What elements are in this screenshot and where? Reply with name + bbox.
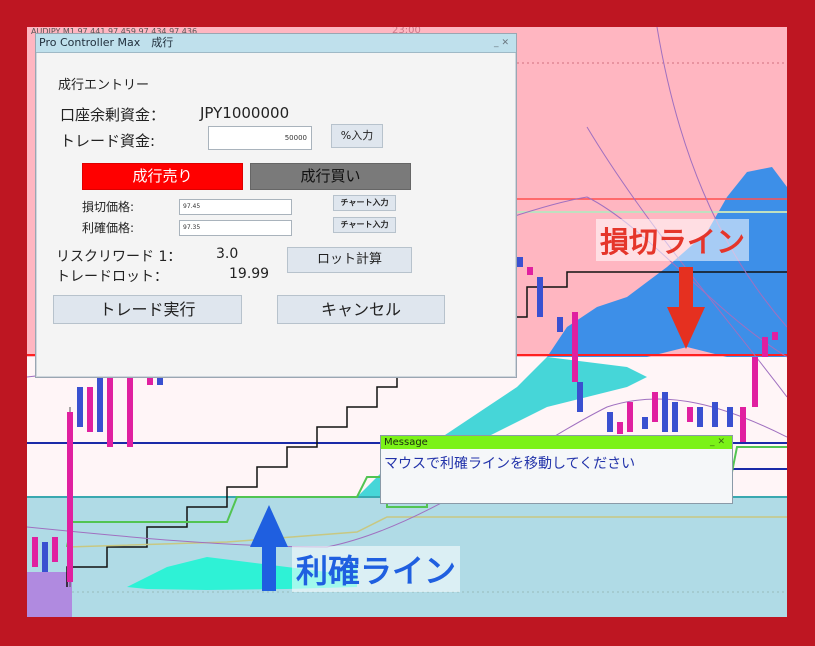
risk-reward-label: リスクリワード 1： (56, 249, 182, 265)
stoploss-input[interactable]: 97.45 (179, 199, 292, 215)
cancel-button[interactable]: キャンセル (277, 295, 445, 324)
message-window-controls[interactable]: _✕ (710, 436, 728, 449)
stoploss-callout: 損切ライン (596, 219, 750, 261)
close-icon[interactable]: ✕ (717, 437, 728, 447)
takeprofit-value: 97.35 (183, 224, 201, 231)
controller-title: Pro Controller Max 成行 (39, 36, 174, 49)
stoploss-value: 97.45 (183, 203, 201, 210)
capital-label: トレード資金: (60, 132, 156, 150)
lot-calc-button[interactable]: ロット計算 (287, 247, 412, 273)
controller-titlebar[interactable]: Pro Controller Max 成行 _✕ (36, 34, 516, 53)
takeprofit-label: 利確価格: (82, 221, 135, 235)
purple-cloud (27, 572, 72, 617)
message-text: マウスで利確ラインを移動してください (384, 456, 636, 472)
buy-button[interactable]: 成行買い (250, 163, 411, 190)
capital-value: 50000 (284, 134, 307, 142)
stoploss-label: 損切価格: (82, 200, 135, 214)
lot-value: 19.99 (229, 266, 270, 282)
message-title: Message (384, 437, 428, 448)
close-icon[interactable]: ✕ (501, 38, 512, 48)
balance-label: 口座余剰資金： (60, 106, 166, 124)
takeprofit-chart-input-button[interactable]: チャート入力 (333, 217, 396, 233)
capital-input[interactable]: 50000 (208, 126, 312, 150)
section-title: 成行エントリー (58, 78, 150, 93)
execute-trade-button[interactable]: トレード実行 (53, 295, 242, 324)
takeprofit-input[interactable]: 97.35 (179, 220, 292, 236)
window-controls[interactable]: _✕ (494, 34, 512, 52)
balance-value: JPY1000000 (200, 104, 290, 122)
lot-label: トレードロット： (56, 269, 168, 285)
stoploss-chart-input-button[interactable]: チャート入力 (333, 195, 396, 211)
sell-button[interactable]: 成行売り (82, 163, 243, 190)
percent-input-button[interactable]: %入力 (331, 124, 383, 148)
controller-window[interactable]: Pro Controller Max 成行 _✕ 成行エントリー 口座余剰資金：… (35, 33, 517, 378)
risk-reward-value: 3.0 (216, 246, 239, 262)
message-window[interactable]: Message _✕ マウスで利確ラインを移動してください (380, 435, 733, 504)
takeprofit-callout: 利確ライン (292, 546, 461, 592)
message-titlebar[interactable]: Message _✕ (381, 436, 732, 449)
